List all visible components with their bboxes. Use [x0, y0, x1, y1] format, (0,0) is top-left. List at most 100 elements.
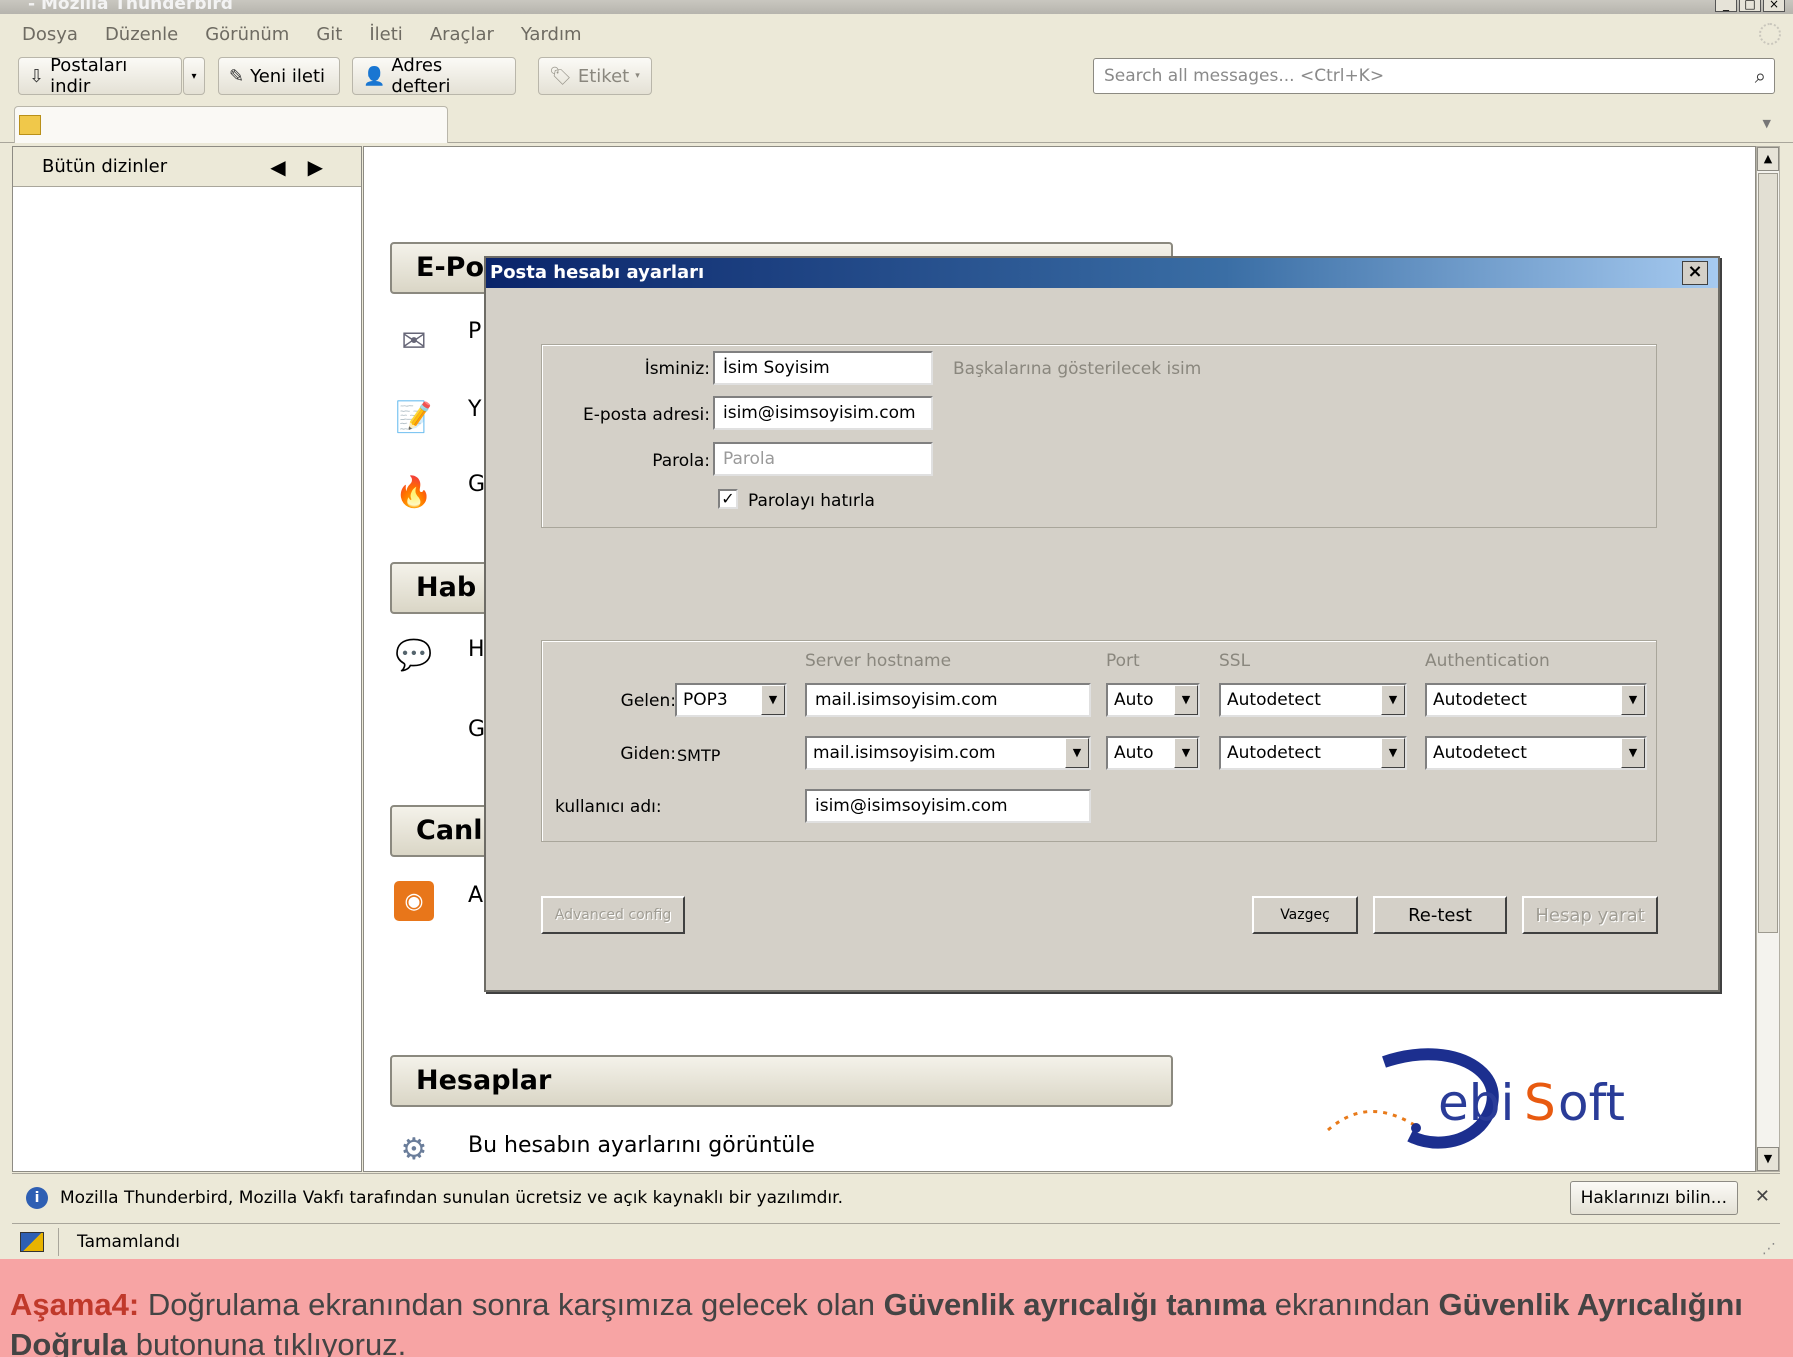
address-book-label: Adres defteri — [391, 55, 451, 97]
advanced-config-button[interactable]: Advanced config — [541, 896, 685, 934]
retest-button[interactable]: Re-test — [1373, 896, 1507, 934]
status-bar: Tamamlandı ⋰ — [12, 1223, 1780, 1259]
rss-icon: ◉ — [394, 881, 434, 921]
minimize-button[interactable]: _ — [1715, 0, 1737, 12]
hostname-column-header: Server hostname — [805, 651, 952, 671]
incoming-hostname-field[interactable]: mail.isimsoyisim.com — [805, 683, 1091, 717]
tag-icon: 🏷 — [549, 65, 572, 87]
tab-list-arrow-icon[interactable]: ▼ — [1763, 117, 1771, 130]
gear-icon: ⚙ — [400, 1131, 428, 1167]
dialog-title-bar: Posta hesabı ayarları × — [486, 258, 1718, 288]
menu-go[interactable]: Git — [316, 24, 342, 45]
auth-column-header: Authentication — [1425, 651, 1550, 671]
tag-button[interactable]: 🏷 Etiket ▾ — [538, 57, 652, 95]
menu-tools[interactable]: Araçlar — [430, 24, 494, 45]
window-title: - Mozilla Thunderbird — [28, 0, 233, 14]
dropdown-arrow-icon: ▼ — [1381, 738, 1405, 768]
folder-view-label: Bütün dizinler — [42, 156, 168, 177]
write-label: Yeni ileti — [250, 65, 326, 87]
menu-help[interactable]: Yardım — [521, 24, 582, 45]
read-messages-link[interactable]: P — [468, 319, 481, 344]
dropdown-arrow-icon: ▼ — [1621, 685, 1645, 715]
address-book-icon: 👤 — [363, 65, 386, 87]
incoming-ssl-select[interactable]: Autodetect ▼ — [1219, 683, 1407, 717]
outgoing-port-select[interactable]: Auto ▼ — [1106, 736, 1200, 770]
feeds-link[interactable]: A — [468, 883, 483, 908]
next-view-arrow-icon[interactable]: ▶ — [308, 155, 345, 179]
username-label: kullanıcı adı: — [555, 797, 662, 817]
scroll-thumb[interactable] — [1758, 173, 1778, 933]
write-button[interactable]: ✎ Yeni ileti — [218, 57, 340, 95]
info-icon: i — [26, 1186, 48, 1209]
port-column-header: Port — [1106, 651, 1140, 671]
close-icon[interactable]: ✕ — [1755, 1186, 1770, 1207]
notification-text: Mozilla Thunderbird, Mozilla Vakfı taraf… — [60, 1187, 843, 1208]
name-hint: Başkalarına gösterilecek isim — [953, 359, 1202, 379]
incoming-port-value: Auto — [1114, 690, 1154, 710]
incoming-auth-select[interactable]: Autodetect ▼ — [1425, 683, 1647, 717]
newsgroup-link[interactable]: H — [468, 637, 485, 662]
prev-view-arrow-icon[interactable]: ◀ — [270, 155, 307, 179]
notification-bar: i Mozilla Thunderbird, Mozilla Vakfı tar… — [12, 1173, 1780, 1221]
remember-password-checkbox[interactable]: ✓ — [718, 489, 738, 509]
email-field[interactable]: isim@isimsoyisim.com — [713, 396, 933, 430]
incoming-ssl-value: Autodetect — [1227, 690, 1321, 710]
ssl-column-header: SSL — [1219, 651, 1251, 671]
cancel-button[interactable]: Vazgeç — [1252, 896, 1358, 934]
online-status-icon[interactable] — [20, 1231, 44, 1252]
menu-bar: Dosya Düzenle Görünüm Git İleti Araçlar … — [0, 17, 1793, 51]
create-account-button[interactable]: Hesap yarat — [1522, 896, 1658, 934]
search-icon[interactable]: ⌕ — [1755, 64, 1766, 88]
tag-label: Etiket — [577, 65, 630, 87]
password-field[interactable]: Parola — [713, 442, 933, 476]
svg-text:S: S — [1524, 1074, 1556, 1132]
menu-file[interactable]: Dosya — [22, 24, 78, 45]
tab-home[interactable] — [14, 106, 448, 143]
window-controls: _ □ × — [1715, 0, 1785, 12]
search-input[interactable]: Search all messages... <Ctrl+K> ⌕ — [1093, 58, 1775, 94]
password-label: Parola: — [652, 451, 710, 471]
status-separator — [58, 1227, 59, 1256]
outgoing-auth-select[interactable]: Autodetect ▼ — [1425, 736, 1647, 770]
scroll-down-arrow-icon[interactable]: ▼ — [1757, 1147, 1779, 1171]
envelope-icon: ✉ — [401, 323, 427, 359]
menu-message[interactable]: İleti — [369, 24, 402, 45]
outgoing-hostname-value: mail.isimsoyisim.com — [813, 743, 996, 763]
write-message-link[interactable]: Y — [468, 397, 481, 422]
outgoing-hostname-select[interactable]: mail.isimsoyisim.com ▼ — [805, 736, 1091, 770]
menu-view[interactable]: Görünüm — [205, 24, 289, 45]
folder-icon — [19, 115, 41, 135]
resize-grip-icon[interactable]: ⋰ — [1762, 1241, 1776, 1257]
svg-text:oft: oft — [1558, 1074, 1625, 1132]
maximize-button[interactable]: □ — [1739, 0, 1761, 12]
newsgroup-browse-link[interactable]: G — [468, 717, 485, 742]
outgoing-port-value: Auto — [1114, 743, 1154, 763]
menu-edit[interactable]: Düzenle — [105, 24, 178, 45]
dropdown-arrow-icon: ▼ — [1174, 685, 1198, 715]
download-icon: ⇩ — [29, 65, 45, 87]
close-window-button[interactable]: × — [1763, 0, 1785, 12]
scroll-up-arrow-icon[interactable]: ▲ — [1757, 147, 1779, 171]
logo-lettering: ebi — [1438, 1074, 1514, 1132]
get-mail-dropdown[interactable]: ▾ — [183, 57, 205, 95]
dropdown-arrow-icon: ▼ — [1065, 738, 1089, 768]
outgoing-ssl-select[interactable]: Autodetect ▼ — [1219, 736, 1407, 770]
address-book-button[interactable]: 👤 Adres defteri — [352, 55, 516, 97]
junk-settings-link[interactable]: G — [468, 472, 485, 497]
email-label: E-posta adresi: — [582, 405, 710, 425]
name-field[interactable]: İsim Soyisim — [713, 351, 933, 385]
know-your-rights-button[interactable]: Haklarınızı bilin... — [1569, 1181, 1738, 1215]
section-title: E-Po — [416, 252, 484, 283]
incoming-protocol-select[interactable]: POP3 ▼ — [675, 683, 787, 717]
get-mail-label: Postaları indir — [50, 55, 128, 97]
get-mail-button[interactable]: ⇩ Postaları indir — [18, 55, 182, 97]
view-account-settings-link[interactable]: Bu hesabın ayarlarını görüntüle — [468, 1133, 815, 1158]
debisoft-logo: ebi S oft — [1327, 1048, 1625, 1149]
incoming-port-select[interactable]: Auto ▼ — [1106, 683, 1200, 717]
dropdown-arrow-icon: ▼ — [1174, 738, 1198, 768]
pencil-icon: ✎ — [229, 65, 245, 87]
remember-password-label[interactable]: Parolayı hatırla — [748, 491, 875, 511]
content-scrollbar[interactable]: ▲ ▼ — [1756, 146, 1780, 1172]
dialog-close-button[interactable]: × — [1682, 261, 1708, 285]
username-field[interactable]: isim@isimsoyisim.com — [805, 789, 1091, 823]
